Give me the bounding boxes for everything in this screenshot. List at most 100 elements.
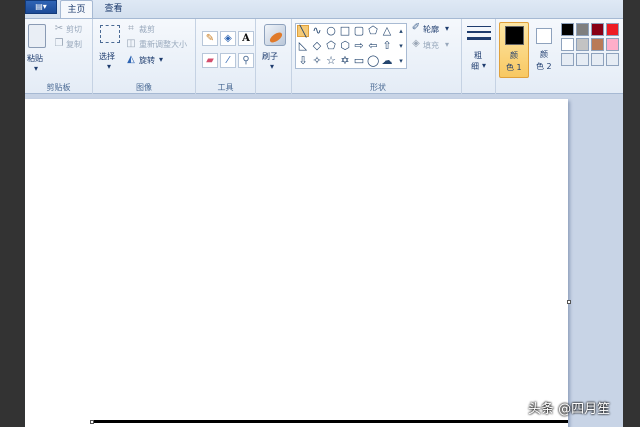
four-point-star-shape-icon[interactable]: ✧ <box>311 55 323 67</box>
chevron-down-icon: ▾ <box>482 61 487 70</box>
color1-swatch <box>505 26 524 45</box>
chevron-down-icon: ▾ <box>445 40 450 49</box>
callout-rect-shape-icon[interactable]: ▭ <box>353 55 365 67</box>
palette-swatch[interactable] <box>561 38 574 51</box>
clipboard-group-label: 剪贴板 <box>46 83 71 92</box>
palette-swatch[interactable] <box>576 38 589 51</box>
tab-view[interactable]: 查看 <box>97 0 130 18</box>
text-tool-icon[interactable]: A <box>238 31 254 46</box>
rectangle-shape-icon[interactable]: □ <box>339 25 351 37</box>
scroll-up-icon[interactable]: ▴ <box>396 25 406 37</box>
pencil-icon[interactable]: ✎ <box>202 31 218 46</box>
right-arrow-shape-icon[interactable]: ⇨ <box>353 40 365 52</box>
cloud-shape-icon[interactable]: ☁ <box>381 55 393 67</box>
canvas-resize-handle-bottom[interactable] <box>90 420 94 424</box>
select-label: 选择 <box>99 52 115 61</box>
rounded-rectangle-shape-icon[interactable]: ▢ <box>353 25 365 37</box>
fill-button[interactable]: ◈ 填充 ▾ <box>411 39 459 51</box>
color1-button[interactable]: 颜 色 1 <box>499 22 529 78</box>
palette-swatch[interactable] <box>591 38 604 51</box>
eraser-icon[interactable]: ▰ <box>202 53 218 68</box>
color2-button[interactable]: 颜 色 2 <box>531 22 559 78</box>
palette-swatch[interactable] <box>561 23 574 36</box>
tools-group: ✎ ◈ A ▰ ⁄ ⚲ 工具 <box>196 19 256 95</box>
curve-shape-icon[interactable]: ∿ <box>311 25 323 37</box>
scroll-down-icon[interactable]: ▾ <box>396 40 406 52</box>
chevron-down-icon: ▾ <box>159 55 164 64</box>
palette-swatch[interactable] <box>591 53 604 66</box>
up-arrow-shape-icon[interactable]: ⇧ <box>381 40 393 52</box>
color2-swatch <box>536 28 552 44</box>
ribbon: 粘贴 ▾ ✂ 剪切 ❐ 复制 剪贴板 选择 ▾ ⌗ 裁剪 ◫ 重新调整大小 ◭ … <box>25 18 623 95</box>
magnifier-icon[interactable]: ⚲ <box>238 53 254 68</box>
line-shape-icon[interactable]: ╲ <box>297 25 309 38</box>
canvas-resize-handle-right[interactable] <box>567 300 571 304</box>
left-dark-margin <box>0 0 25 427</box>
watermark: 头条 @四月笙 <box>528 402 611 417</box>
palette-swatch[interactable] <box>591 23 604 36</box>
palette-swatch[interactable] <box>576 23 589 36</box>
color1-label-1: 颜 <box>510 51 518 60</box>
outline-icon: ✐ <box>411 22 421 33</box>
ribbon-tab-bar: ▤▾ 主页 查看 <box>25 0 623 18</box>
size-label-1: 粗 <box>474 51 482 60</box>
color2-label-2: 色 2 <box>536 62 552 71</box>
drawing-canvas[interactable] <box>25 99 568 427</box>
palette-swatch[interactable] <box>606 53 619 66</box>
left-arrow-shape-icon[interactable]: ⇦ <box>367 40 379 52</box>
clipboard-icon <box>28 24 46 48</box>
fill-bucket-icon[interactable]: ◈ <box>220 31 236 46</box>
cut-button[interactable]: 剪切 <box>66 24 82 35</box>
fill-icon: ◈ <box>412 38 420 49</box>
palette-swatch[interactable] <box>606 38 619 51</box>
polygon-shape-icon[interactable]: ⬠ <box>367 25 379 37</box>
color1-label-2: 色 1 <box>506 63 522 72</box>
color-picker-icon[interactable]: ⁄ <box>220 53 236 68</box>
clipboard-group: 粘贴 ▾ ✂ 剪切 ❐ 复制 剪贴板 <box>25 19 93 95</box>
size-line-icon <box>467 37 491 40</box>
palette-swatch[interactable] <box>561 53 574 66</box>
brushes-group: 刷子 ▾ <box>256 19 292 95</box>
pentagon-shape-icon[interactable]: ⬠ <box>325 40 337 52</box>
brushes-button[interactable]: 刷子 ▾ <box>259 22 289 74</box>
palette-swatch[interactable] <box>606 23 619 36</box>
outline-label: 轮廓 <box>423 25 439 34</box>
copy-button[interactable]: 复制 <box>66 39 82 50</box>
file-menu-button[interactable]: ▤▾ <box>25 0 57 14</box>
select-button[interactable]: 选择 ▾ <box>97 22 123 74</box>
file-menu-icon: ▤▾ <box>35 2 47 11</box>
shapes-group-label: 形状 <box>370 83 386 92</box>
paste-button[interactable]: 粘贴 ▾ <box>27 22 47 74</box>
crop-icon: ⌗ <box>128 23 134 34</box>
hexagon-shape-icon[interactable]: ⬡ <box>339 40 351 52</box>
palette-swatch[interactable] <box>576 53 589 66</box>
fill-label: 填充 <box>423 41 439 50</box>
shapes-group: ╲ ∿ ○ □ ▢ ⬠ △ ◺ ◇ ⬠ ⬡ ⇨ ⇦ ⇧ ⇩ ✧ ☆ ✡ ▭ ◯ <box>295 19 462 95</box>
callout-oval-shape-icon[interactable]: ◯ <box>367 55 379 67</box>
diamond-shape-icon[interactable]: ◇ <box>311 40 323 52</box>
crop-button[interactable]: 裁剪 <box>139 24 155 35</box>
brush-stroke-icon <box>268 30 284 45</box>
outline-button[interactable]: ✐ 轮廓 ▾ <box>411 23 459 35</box>
chevron-down-icon: ▾ <box>107 62 112 71</box>
triangle-shape-icon[interactable]: △ <box>381 25 393 37</box>
image-group-label: 图像 <box>136 83 152 92</box>
text-tool-glyph: A <box>242 33 250 44</box>
down-arrow-shape-icon[interactable]: ⇩ <box>297 55 309 67</box>
size-group: 粗 细 ▾ <box>462 19 496 95</box>
five-point-star-shape-icon[interactable]: ☆ <box>325 55 337 67</box>
color-palette <box>561 22 621 74</box>
six-point-star-shape-icon[interactable]: ✡ <box>339 55 351 67</box>
canvas-area <box>25 94 623 427</box>
shapes-gallery: ╲ ∿ ○ □ ▢ ⬠ △ ◺ ◇ ⬠ ⬡ ⇨ ⇦ ⇧ ⇩ ✧ ☆ ✡ ▭ ◯ <box>295 23 407 69</box>
tab-home[interactable]: 主页 <box>60 0 93 18</box>
tools-group-label: 工具 <box>217 83 234 92</box>
oval-shape-icon[interactable]: ○ <box>325 25 337 37</box>
rotate-button[interactable]: 旋转 ▾ <box>139 55 179 67</box>
size-button[interactable]: 粗 细 ▾ <box>465 22 493 74</box>
resize-button[interactable]: 重新调整大小 <box>139 39 187 50</box>
select-rectangle-icon <box>100 25 120 43</box>
gallery-expand-icon[interactable]: ▾ <box>396 55 406 67</box>
copy-icon: ❐ <box>54 38 64 49</box>
right-triangle-shape-icon[interactable]: ◺ <box>297 40 309 52</box>
